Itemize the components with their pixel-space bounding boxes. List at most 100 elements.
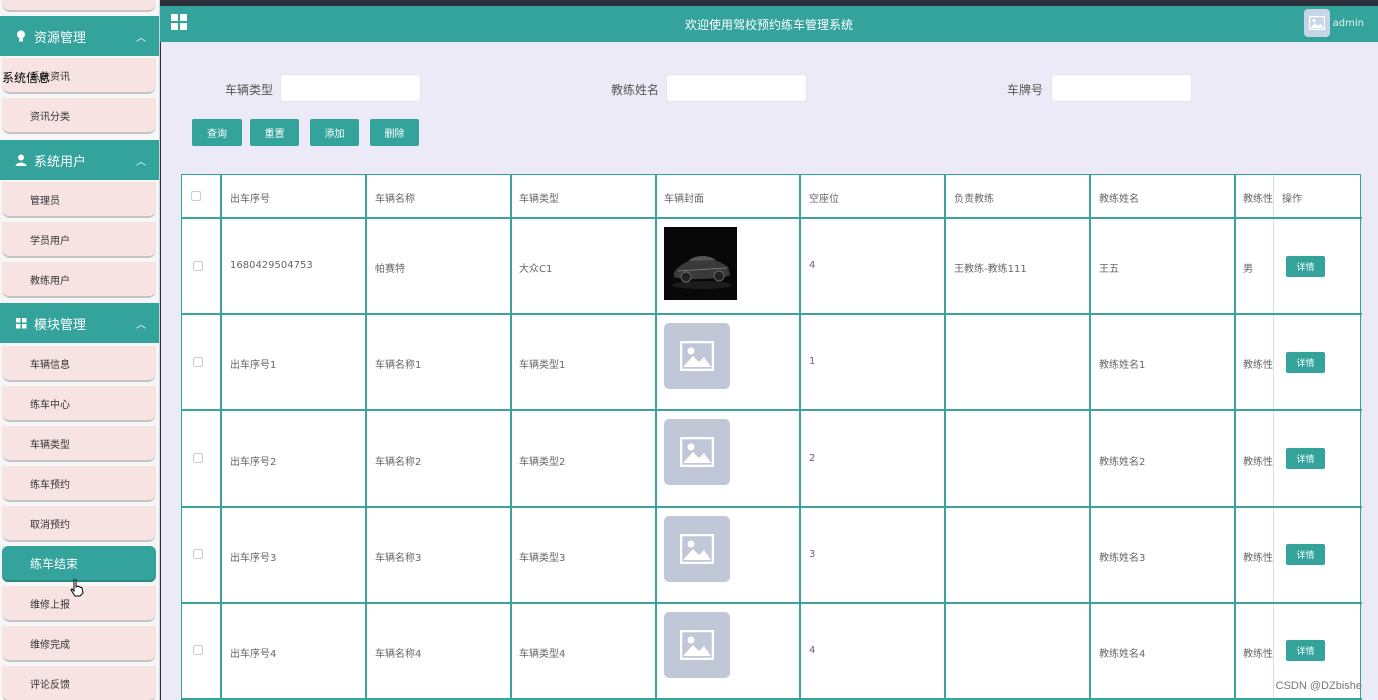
detail-button[interactable]: 详情 <box>1286 544 1325 565</box>
sidebar-item-news[interactable]: 系统信息 系统资讯 <box>2 58 156 94</box>
column-header[interactable]: 教练性 <box>1243 190 1275 205</box>
coach-name-input[interactable] <box>666 74 807 102</box>
filter-label-vehicle-type: 车辆类型 <box>225 83 274 97</box>
sidebar-item-repair-done[interactable]: 维修完成 <box>2 626 156 662</box>
filter-label-coach-name: 教练姓名 <box>611 83 660 97</box>
column-divider <box>655 175 657 700</box>
sidebar-tooltip: 系统信息 <box>2 71 51 85</box>
cell-coach-name: 教练姓名3 <box>1099 553 1146 564</box>
cell-name: 帕赛特 <box>375 264 405 275</box>
sidebar-item-feedback[interactable]: 评论反馈 <box>2 666 156 700</box>
plate-number-input[interactable] <box>1051 74 1192 102</box>
sidebar-group-label: 模块管理 <box>34 317 87 333</box>
column-divider <box>365 175 367 700</box>
column-header[interactable]: 空座位 <box>809 190 839 205</box>
cell-coach-name: 教练姓名2 <box>1099 457 1146 468</box>
column-divider <box>1234 175 1236 700</box>
row-divider <box>182 506 1362 508</box>
column-divider <box>510 175 512 700</box>
grid-icon <box>14 317 28 329</box>
cell-coach-name: 王五 <box>1099 264 1119 275</box>
detail-button[interactable]: 详情 <box>1286 256 1325 277</box>
column-divider <box>1089 175 1091 700</box>
column-header[interactable]: 车辆封面 <box>664 190 704 205</box>
username[interactable]: admin <box>1333 18 1364 29</box>
vehicle-type-input[interactable] <box>280 74 421 102</box>
row-checkbox[interactable] <box>193 645 203 655</box>
sidebar-item-vehicle-type[interactable]: 车辆类型 <box>2 426 156 462</box>
sidebar-item-reservation[interactable]: 练车预约 <box>2 466 156 502</box>
cell-type: 大众C1 <box>519 264 553 275</box>
cell-gender: 教练性 <box>1243 457 1273 468</box>
select-all-checkbox[interactable] <box>191 191 201 201</box>
cell-type: 车辆类型4 <box>519 649 566 660</box>
column-header[interactable]: 教练姓名 <box>1099 190 1139 205</box>
sidebar-item-vehicle-info[interactable]: 车辆信息 <box>2 346 156 382</box>
cell-serial: 出车序号3 <box>230 553 277 564</box>
cell-serial: 出车序号2 <box>230 457 277 468</box>
sidebar-item-news-category[interactable]: 资讯分类 <box>2 98 156 134</box>
page-title: 欢迎使用驾校预约练车管理系统 <box>684 18 853 32</box>
sidebar-item-practice-center[interactable]: 练车中心 <box>2 386 156 422</box>
cell-gender: 男 <box>1243 264 1253 275</box>
column-header[interactable]: 出车序号 <box>230 190 270 205</box>
avatar[interactable] <box>1304 9 1330 37</box>
cell-coach-name: 教练姓名1 <box>1099 360 1146 371</box>
chevron-up-icon: ︿ <box>136 320 146 331</box>
image-placeholder-icon[interactable] <box>664 419 730 485</box>
sidebar-item-students[interactable]: 学员用户 <box>2 222 156 258</box>
sidebar-item-cancel-reservation[interactable]: 取消预约 <box>2 506 156 542</box>
cell-seats: 1 <box>809 356 816 367</box>
sidebar-item-top[interactable] <box>2 0 156 12</box>
detail-button[interactable]: 详情 <box>1286 448 1325 469</box>
cell-name: 车辆名称4 <box>375 649 422 660</box>
add-button[interactable]: 添加 <box>310 119 359 146</box>
row-divider <box>182 313 1362 315</box>
car-cover-image[interactable] <box>664 227 737 300</box>
cell-name: 车辆名称2 <box>375 457 422 468</box>
chevron-up-icon: ︿ <box>136 33 146 44</box>
image-placeholder-icon[interactable] <box>664 612 730 678</box>
sidebar-group-modules[interactable]: 模块管理 ︿ <box>0 303 159 343</box>
cell-type: 车辆类型1 <box>519 360 566 371</box>
detail-button[interactable]: 详情 <box>1286 640 1325 661</box>
header: 欢迎使用驾校预约练车管理系统 admin <box>160 6 1378 42</box>
search-button[interactable]: 查询 <box>192 119 242 146</box>
sidebar: 资源管理 ︿ 系统信息 系统资讯 资讯分类 系统用户 ︿ 管理员 学员用户 教练… <box>0 0 160 700</box>
sidebar-item-admin[interactable]: 管理员 <box>2 182 156 218</box>
row-divider <box>182 409 1362 411</box>
column-divider <box>1273 175 1274 700</box>
sidebar-item-coaches[interactable]: 教练用户 <box>2 262 156 298</box>
column-header[interactable]: 负责教练 <box>954 190 994 205</box>
cell-seats: 2 <box>809 453 816 464</box>
cell-seats: 4 <box>809 260 816 271</box>
sidebar-group-label: 资源管理 <box>34 30 87 46</box>
filter-label-plate-number: 车牌号 <box>1007 83 1044 97</box>
image-placeholder-icon[interactable] <box>664 323 730 389</box>
cell-name: 车辆名称1 <box>375 360 422 371</box>
sidebar-group-resources[interactable]: 资源管理 ︿ <box>0 16 159 56</box>
detail-button[interactable]: 详情 <box>1286 352 1325 373</box>
row-checkbox[interactable] <box>193 357 203 367</box>
delete-button[interactable]: 删除 <box>370 119 419 146</box>
row-checkbox[interactable] <box>193 261 203 271</box>
column-header[interactable]: 车辆类型 <box>519 190 559 205</box>
sidebar-group-users[interactable]: 系统用户 ︿ <box>0 140 159 180</box>
cell-seats: 3 <box>809 549 816 560</box>
cell-coach-name: 教练姓名4 <box>1099 649 1146 660</box>
main-content: 车辆类型 教练姓名 车牌号 查询 重置 添加 删除 出车序号 车辆名称 车辆类型… <box>161 42 1378 700</box>
sidebar-item-practice-end[interactable]: 练车结束 <box>2 546 156 582</box>
cell-serial: 出车序号4 <box>230 649 277 660</box>
cell-gender: 教练性 <box>1243 360 1273 371</box>
column-divider <box>220 175 222 700</box>
row-checkbox[interactable] <box>193 453 203 463</box>
row-checkbox[interactable] <box>193 549 203 559</box>
column-header[interactable]: 车辆名称 <box>375 190 415 205</box>
cell-type: 车辆类型3 <box>519 553 566 564</box>
lightbulb-icon <box>14 30 28 42</box>
image-placeholder-icon[interactable] <box>664 516 730 582</box>
row-divider <box>182 217 1362 219</box>
reset-button[interactable]: 重置 <box>250 119 299 146</box>
cell-name: 车辆名称3 <box>375 553 422 564</box>
chevron-up-icon: ︿ <box>136 157 146 168</box>
